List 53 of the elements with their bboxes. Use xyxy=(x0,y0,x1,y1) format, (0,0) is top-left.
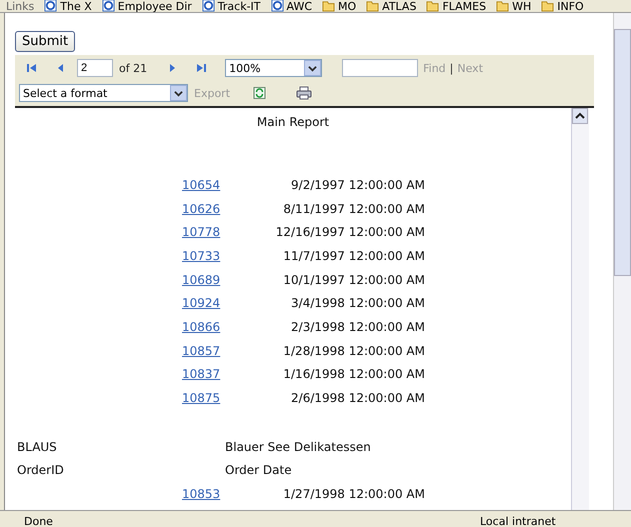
link-button[interactable]: Employee Dir xyxy=(102,0,192,12)
links-label: Links xyxy=(6,1,34,12)
status-text: Done xyxy=(24,516,54,527)
order-link[interactable]: 10924 xyxy=(182,296,217,310)
order-date: 11/7/1997 12:00:00 AM xyxy=(282,248,425,263)
order-date: 1/16/1998 12:00:00 AM xyxy=(282,367,425,382)
order-date: 12/16/1997 12:00:00 AM xyxy=(274,225,425,240)
order-link[interactable]: 10875 xyxy=(182,391,217,406)
submit-button[interactable]: Submit xyxy=(15,31,76,52)
order-date: 3/4/1998 12:00:00 AM xyxy=(290,296,425,310)
link-button[interactable]: AWC xyxy=(270,0,312,12)
order-link[interactable]: 10857 xyxy=(182,344,217,358)
customer-name: Blauer See Delikatessen xyxy=(225,440,371,454)
last-page-icon[interactable] xyxy=(194,61,208,75)
order-date: 10/1/1997 12:00:00 AM xyxy=(282,272,425,287)
order-link[interactable]: 10778 xyxy=(182,225,217,240)
scroll-up-icon[interactable] xyxy=(572,108,588,124)
find-field[interactable] xyxy=(342,59,418,77)
order-link[interactable]: 10626 xyxy=(182,202,217,216)
customer-id: BLAUS xyxy=(16,440,58,454)
order-link[interactable]: 10654 xyxy=(182,178,217,192)
order-date: 2/3/1998 12:00:00 AM xyxy=(290,320,425,334)
order-date: 2/6/1998 12:00:00 AM xyxy=(290,391,425,406)
page-number-field[interactable]: 2 xyxy=(77,59,113,77)
link-button[interactable]: ATLAS xyxy=(366,0,416,12)
separator-text: | xyxy=(450,62,454,74)
zoom-dropdown[interactable]: 100% xyxy=(225,59,322,77)
link-button[interactable]: WH xyxy=(496,0,532,12)
first-page-icon[interactable] xyxy=(25,61,39,75)
page-count: of 21 xyxy=(119,62,148,74)
order-link[interactable]: 10853 xyxy=(182,487,217,502)
link-button[interactable]: FLAMES xyxy=(426,0,486,12)
order-link[interactable]: 10733 xyxy=(182,248,217,263)
report-scrollbar[interactable] xyxy=(571,108,589,510)
column-header: OrderID xyxy=(16,463,65,478)
link-button[interactable]: Track-IT xyxy=(202,0,261,12)
link-button[interactable]: The X xyxy=(44,0,92,12)
printer-icon[interactable] xyxy=(295,86,314,100)
order-date: 9/2/1997 12:00:00 AM xyxy=(290,178,425,192)
zone-text: Local intranet xyxy=(480,516,556,527)
report-title: Main Report xyxy=(256,115,330,129)
order-date: 8/11/1997 12:00:00 AM xyxy=(282,202,425,216)
format-dropdown[interactable]: Select a format xyxy=(19,84,188,102)
order-date: 1/28/1998 12:00:00 AM xyxy=(282,344,425,358)
link-button[interactable]: MO xyxy=(322,0,356,12)
link-button[interactable]: INFO xyxy=(541,0,584,12)
order-link[interactable]: 10837 xyxy=(182,367,217,382)
page-scrollbar[interactable] xyxy=(613,13,631,510)
order-link[interactable]: 10689 xyxy=(182,272,217,287)
order-date: 1/27/1998 12:00:00 AM xyxy=(282,487,425,502)
order-link[interactable]: 10866 xyxy=(182,320,217,334)
column-header: Order Date xyxy=(225,463,292,478)
refresh-icon[interactable] xyxy=(252,86,268,100)
